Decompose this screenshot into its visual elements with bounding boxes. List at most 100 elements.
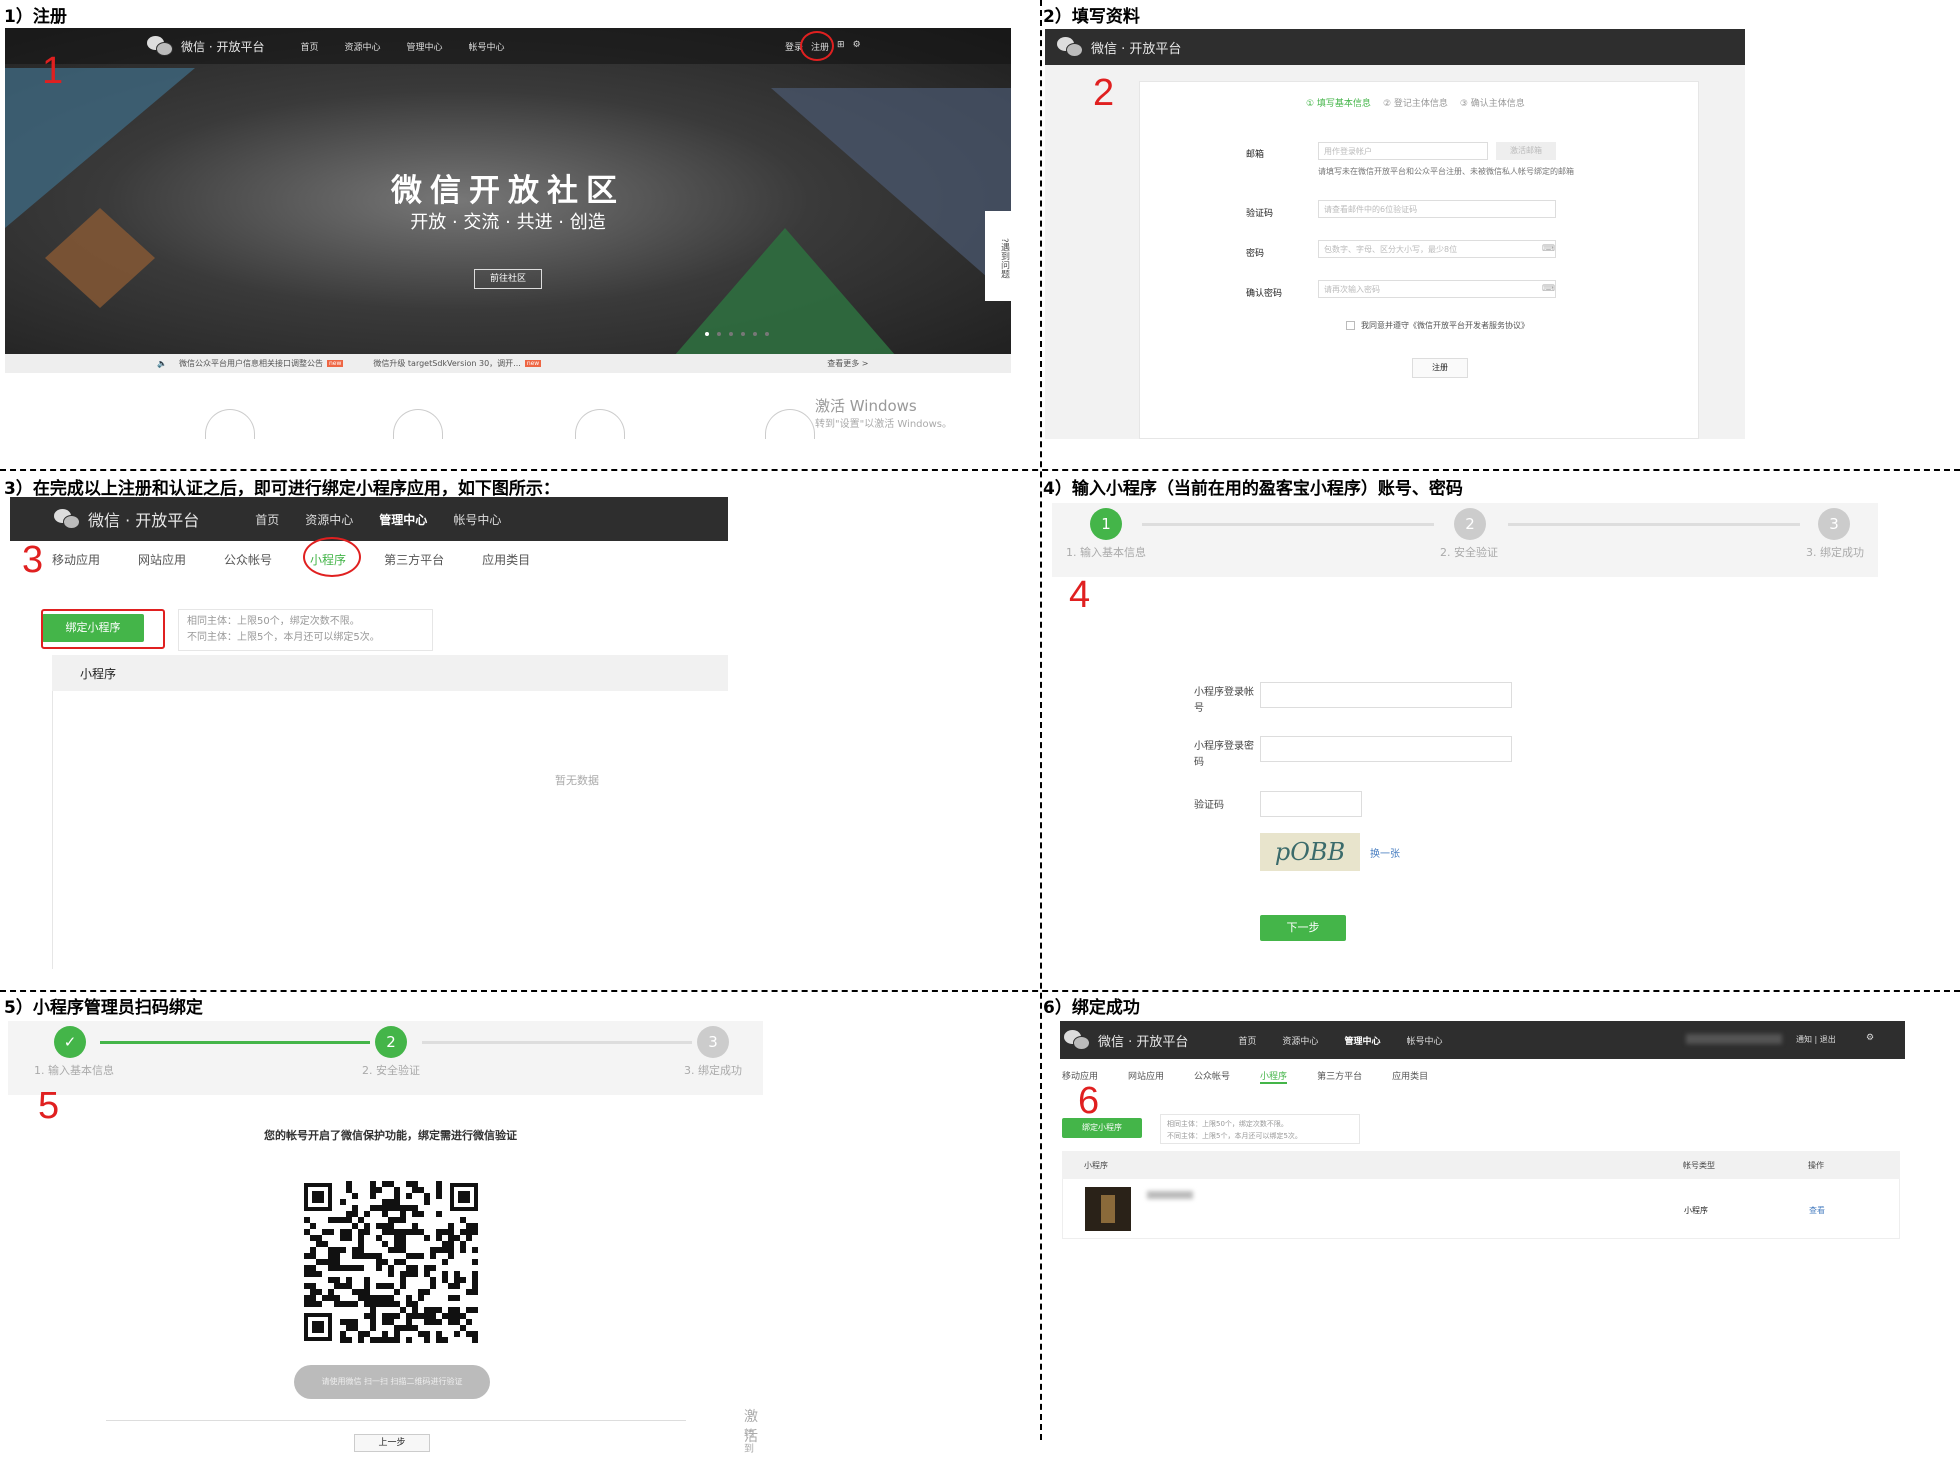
carousel-dot[interactable] — [765, 332, 769, 336]
top-navbar: 微信 · 开放平台 首页 资源中心 管理中心 帐号中心 通知 | 退出 ⚙ — [1060, 1021, 1905, 1059]
divider — [106, 1420, 686, 1421]
settings-icon[interactable]: ⚙ — [1866, 1033, 1874, 1043]
horizontal-divider-1 — [0, 469, 1960, 471]
protection-notice: 您的帐号开启了微信保护功能，绑定需进行微信验证 — [264, 1129, 517, 1142]
vertical-divider — [1040, 0, 1042, 1440]
step-2-indicator: 2 — [1454, 508, 1486, 540]
nav-manage[interactable]: 管理中心 — [1344, 1034, 1380, 1047]
caption-6: 6）绑定成功 — [1043, 998, 1140, 1018]
refresh-captcha-link[interactable]: 换一张 — [1370, 845, 1400, 860]
tab-official-account[interactable]: 公众帐号 — [224, 551, 272, 568]
wechat-icon — [1064, 1030, 1090, 1050]
table-header: 小程序 帐号类型 操作 — [1062, 1151, 1900, 1179]
tab-app-category[interactable]: 应用类目 — [482, 551, 530, 568]
screenshot-scan-bind: ✓ 2 3 1. 输入基本信息 2. 安全验证 3. 绑定成功 您的帐号开启了微… — [8, 1021, 763, 1461]
agree-label[interactable]: 我同意并遵守《微信开放平台开发者服务协议》 — [1361, 320, 1529, 331]
password-field[interactable] — [1260, 736, 1512, 762]
wechat-icon — [54, 509, 80, 529]
tab-third-party[interactable]: 第三方平台 — [1317, 1069, 1362, 1084]
tab-third-party[interactable]: 第三方平台 — [384, 551, 444, 568]
step-3-label: 3. 绑定成功 — [1806, 546, 1864, 559]
nav-resources[interactable]: 资源中心 — [344, 40, 380, 53]
notice-link[interactable]: 微信升级 targetSdkVersion 30，调开... — [373, 358, 520, 369]
register-form: ① 填写基本信息 ② 登记主体信息 ③ 确认主体信息 邮箱 用作登录帐户 激活邮… — [1139, 81, 1699, 439]
tab-website[interactable]: 网站应用 — [1128, 1069, 1164, 1084]
password-label: 密码 — [1246, 249, 1265, 259]
brand-logo[interactable]: 微信 · 开放平台 — [147, 36, 264, 56]
carousel-dot[interactable] — [705, 332, 709, 336]
email-field[interactable]: 用作登录帐户 — [1318, 142, 1488, 160]
confirm-password-field[interactable]: 请再次输入密码 — [1318, 280, 1556, 298]
nav-home[interactable]: 首页 — [300, 40, 318, 53]
table-border — [52, 691, 53, 969]
step-line — [100, 1041, 370, 1044]
screenshot-bind-account: 1 2 3 1. 输入基本信息 2. 安全验证 3. 绑定成功 小程序登录帐号 … — [1052, 503, 1878, 949]
code-field[interactable]: 请查看邮件中的6位验证码 — [1318, 200, 1556, 218]
top-navbar: 微信 · 开放平台 首页 资源中心 管理中心 帐号中心 登录 注册 ⊞ ⚙ — [5, 28, 1011, 64]
nav-account[interactable]: 帐号中心 — [1406, 1034, 1442, 1047]
agree-checkbox[interactable] — [1346, 321, 1355, 330]
nav-account[interactable]: 帐号中心 — [469, 40, 505, 53]
table-row: 小程序 查看 — [1062, 1179, 1900, 1239]
brand-logo[interactable]: 微信 · 开放平台 — [54, 507, 199, 531]
step-line — [1142, 523, 1434, 526]
email-label: 邮箱 — [1246, 150, 1265, 160]
account-field[interactable] — [1260, 682, 1512, 708]
tab-website[interactable]: 网站应用 — [138, 551, 186, 568]
table-header: 小程序 — [52, 655, 728, 691]
tab-miniprogram[interactable]: 小程序 — [1260, 1069, 1288, 1084]
avatar-figure — [1101, 1195, 1115, 1223]
screenshot-fill-info: 微信 · 开放平台 ① 填写基本信息 ② 登记主体信息 ③ 确认主体信息 邮箱 … — [1045, 29, 1745, 439]
password-field[interactable]: 包数字、字母、区分大小写，最少8位 — [1318, 240, 1556, 258]
activate-email-button[interactable]: 激活邮箱 — [1496, 142, 1556, 160]
confirm-password-label: 确认密码 — [1246, 289, 1283, 299]
screenshot-register: 微信 · 开放平台 首页 资源中心 管理中心 帐号中心 登录 注册 ⊞ ⚙ 微信… — [5, 28, 1011, 373]
user-links[interactable]: 通知 | 退出 — [1796, 1034, 1836, 1045]
nav-manage[interactable]: 管理中心 — [379, 511, 427, 528]
caption-1: 1）注册 — [4, 7, 67, 27]
new-badge: new — [326, 360, 344, 367]
password-label: 小程序登录密码 — [1194, 741, 1254, 768]
nav-resources[interactable]: 资源中心 — [305, 511, 353, 528]
brand-logo[interactable]: 微信 · 开放平台 — [1064, 1030, 1188, 1050]
keyboard-icon[interactable]: ⌨ — [1542, 244, 1555, 254]
nav-home[interactable]: 首页 — [1238, 1034, 1256, 1047]
tab-app-category[interactable]: 应用类目 — [1392, 1069, 1428, 1084]
carousel-dots[interactable] — [705, 332, 769, 336]
carousel-dot[interactable] — [729, 332, 733, 336]
code-field[interactable] — [1260, 791, 1362, 817]
see-more-link[interactable]: 查看更多 > — [827, 358, 868, 369]
progress-steps: 1 2 3 1. 输入基本信息 2. 安全验证 3. 绑定成功 — [1052, 503, 1878, 577]
caption-3: 3）在完成以上注册和认证之后，即可进行绑定小程序应用，如下图所示： — [4, 479, 560, 499]
captcha-image: pOBB — [1260, 833, 1360, 871]
register-button[interactable]: 注册 — [1412, 358, 1468, 378]
settings-icon[interactable]: ⚙ — [853, 40, 861, 53]
carousel-dot[interactable] — [753, 332, 757, 336]
language-icon[interactable]: ⊞ — [837, 40, 845, 53]
nav-account[interactable]: 帐号中心 — [453, 511, 501, 528]
tab-mobile[interactable]: 移动应用 — [52, 551, 100, 568]
help-sidebar[interactable]: ?遇到问题 — [985, 211, 1011, 301]
nav-resources[interactable]: 资源中心 — [1282, 1034, 1318, 1047]
carousel-dot[interactable] — [741, 332, 745, 336]
nav-home[interactable]: 首页 — [255, 511, 279, 528]
keyboard-icon[interactable]: ⌨ — [1542, 284, 1555, 294]
col-account-type: 帐号类型 — [1683, 1161, 1715, 1170]
row-account-type: 小程序 — [1684, 1206, 1708, 1215]
hero-subtitle: 开放 · 交流 · 共进 · 创造 — [410, 212, 606, 233]
notice-link[interactable]: 微信公众平台用户信息相关接口调整公告 — [179, 358, 323, 369]
next-step-button[interactable]: 下一步 — [1260, 915, 1346, 941]
view-link[interactable]: 查看 — [1809, 1205, 1825, 1216]
step-1-indicator: 1 — [1090, 508, 1122, 540]
nav-manage[interactable]: 管理中心 — [406, 40, 442, 53]
bind-miniprogram-button[interactable]: 绑定小程序 — [1062, 1118, 1142, 1138]
brand-logo[interactable]: 微信 · 开放平台 — [1057, 37, 1181, 57]
screenshot-bind-success: 微信 · 开放平台 首页 资源中心 管理中心 帐号中心 通知 | 退出 ⚙ 移动… — [1060, 1021, 1905, 1241]
go-community-button[interactable]: 前往社区 — [474, 269, 542, 289]
tab-official-account[interactable]: 公众帐号 — [1194, 1069, 1230, 1084]
activate-windows-title: 激活 Windows — [815, 397, 917, 415]
step-2-indicator: 2 — [375, 1026, 407, 1058]
form-step: ③ 确认主体信息 — [1459, 99, 1525, 109]
back-button[interactable]: 上一步 — [354, 1434, 430, 1452]
carousel-dot[interactable] — [717, 332, 721, 336]
